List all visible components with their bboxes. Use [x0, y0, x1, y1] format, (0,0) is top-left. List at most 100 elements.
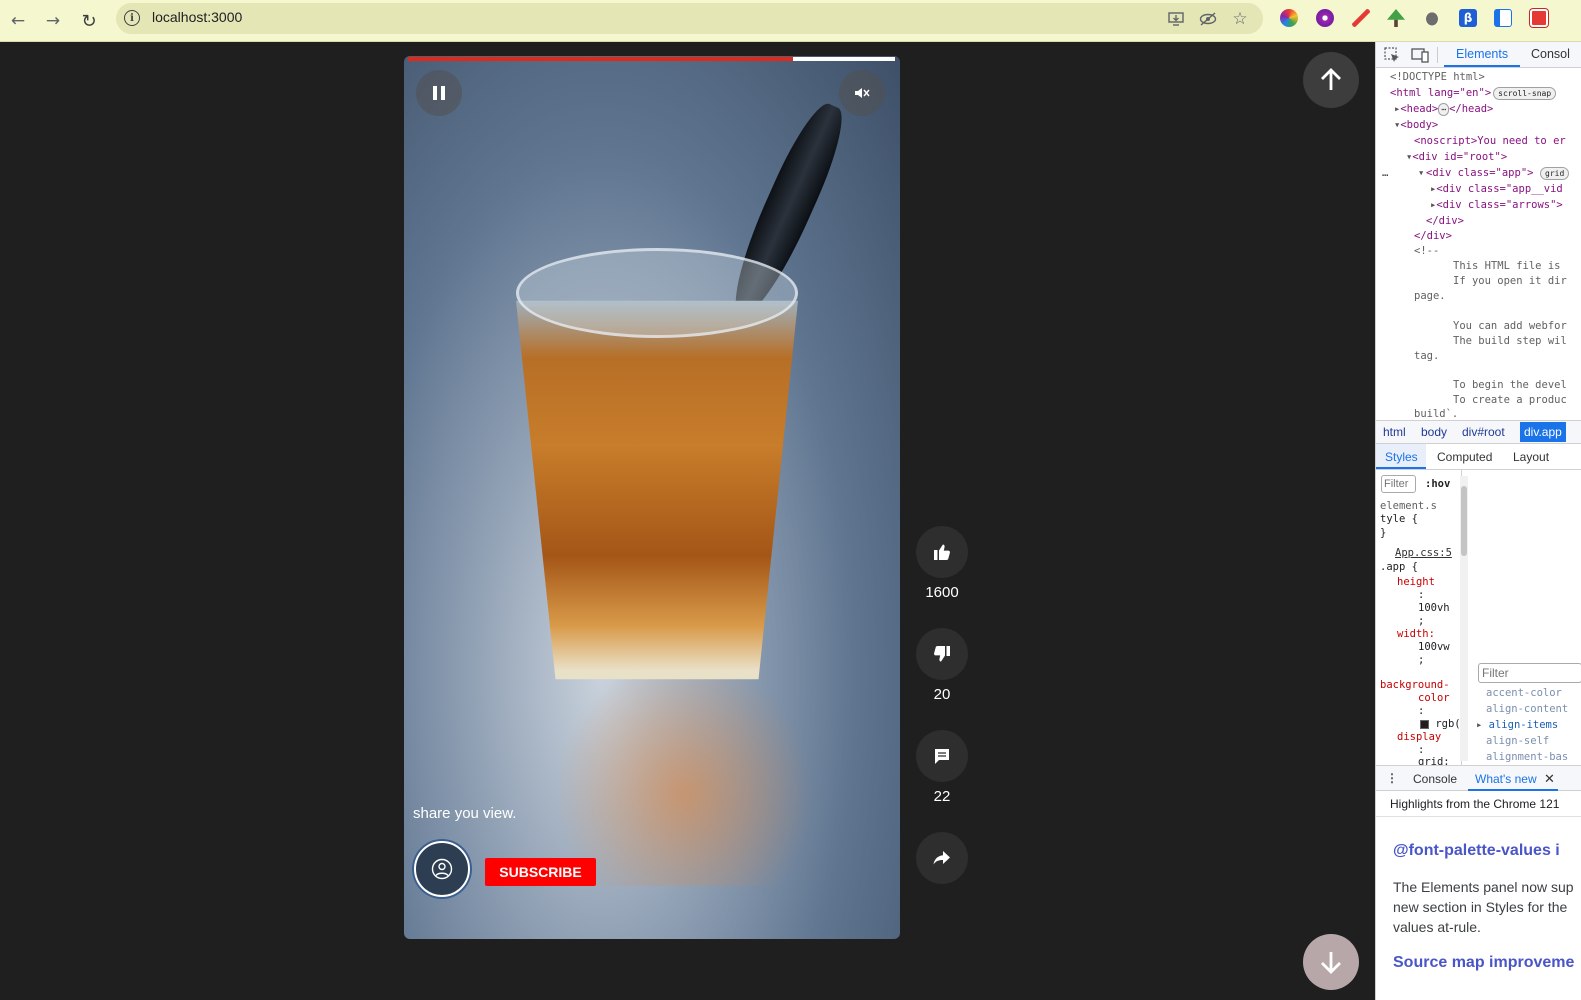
css-prop-bg[interactable]: background-	[1380, 679, 1450, 691]
computed-prop[interactable]: align-content	[1486, 703, 1568, 715]
flower-extension-icon[interactable]	[1316, 9, 1334, 27]
dom-tag: <body>	[1400, 119, 1439, 131]
video-progress-bar[interactable]	[408, 57, 895, 61]
scroll-up-button[interactable]	[1303, 52, 1359, 108]
styles-subtabs: Styles Computed Layout	[1376, 444, 1581, 470]
bookmark-star-icon[interactable]: ☆	[1231, 9, 1249, 29]
css-val-width[interactable]: 100vw	[1418, 641, 1450, 653]
like-button[interactable]	[916, 526, 968, 578]
share-button[interactable]	[916, 832, 968, 884]
breadcrumb-body[interactable]: body	[1421, 425, 1447, 439]
dom-line[interactable]: ▾<div id="root">	[1406, 151, 1507, 163]
dom-comment[interactable]: <!--	[1414, 245, 1439, 257]
dom-line[interactable]: <noscript>You need to er	[1414, 135, 1566, 147]
tab-elements[interactable]: Elements	[1456, 47, 1508, 61]
channel-avatar[interactable]	[414, 841, 470, 897]
computed-prop[interactable]: ▸ align-items	[1476, 719, 1558, 731]
dom-line[interactable]: ▾<body>	[1394, 119, 1438, 131]
dom-line[interactable]: <!DOCTYPE html>	[1390, 71, 1485, 83]
b-extension-icon[interactable]: β	[1459, 9, 1477, 27]
back-icon[interactable]: ←	[5, 8, 31, 34]
tab-computed[interactable]: Computed	[1437, 450, 1492, 464]
dom-line[interactable]: ▸<div class="arrows">	[1430, 199, 1563, 211]
drawer-menu-icon[interactable]: ⋮	[1386, 771, 1398, 785]
styles-scrollbar[interactable]	[1460, 476, 1468, 761]
active-tab-indicator	[1444, 65, 1520, 67]
whats-new-heading-1[interactable]: @font-palette-values i	[1393, 842, 1560, 860]
share-arrow-icon	[933, 851, 950, 865]
grid-badge[interactable]: grid	[1540, 167, 1570, 180]
bug-extension-icon[interactable]	[1423, 9, 1441, 27]
element-style-selector-2: tyle {	[1380, 513, 1418, 525]
tree-extension-icon[interactable]	[1387, 9, 1405, 27]
computed-prop[interactable]: align-self	[1486, 735, 1549, 747]
dom-comment: tag.	[1414, 350, 1440, 362]
color-picker-extension-icon[interactable]	[1280, 9, 1298, 27]
device-toolbar-icon[interactable]	[1411, 47, 1429, 66]
dom-line[interactable]: </div>	[1426, 215, 1464, 227]
whats-new-heading-2[interactable]: Source map improveme	[1393, 954, 1574, 972]
computed-filter-input[interactable]	[1478, 663, 1581, 683]
breadcrumb-root[interactable]: div#root	[1462, 425, 1505, 439]
scrollbar-thumb[interactable]	[1461, 486, 1467, 556]
css-colon: :	[1418, 705, 1425, 717]
comment-button[interactable]	[916, 730, 968, 782]
red-extension-icon[interactable]	[1530, 9, 1548, 27]
ellipsis-badge[interactable]: ⋯	[1438, 103, 1450, 116]
side-panel-extension-icon[interactable]	[1494, 9, 1512, 27]
dom-comment: The build step wil	[1453, 335, 1567, 347]
computed-prop[interactable]: accent-color	[1486, 687, 1562, 699]
arrow-down-icon	[1321, 952, 1341, 974]
more-options-icon[interactable]: …	[1382, 167, 1388, 179]
css-selector: .app {	[1380, 561, 1418, 573]
dom-tag: </head>	[1449, 103, 1494, 115]
tab-layout[interactable]: Layout	[1513, 450, 1549, 464]
pause-button[interactable]	[416, 70, 462, 116]
dom-line[interactable]: <html lang="en"> scroll-snap	[1390, 87, 1557, 100]
reload-icon[interactable]: ↻	[76, 8, 102, 34]
scroll-snap-badge[interactable]: scroll-snap	[1493, 87, 1557, 100]
dom-tag: <div class="arrows">	[1436, 199, 1563, 211]
styles-filter-input[interactable]	[1381, 475, 1416, 493]
hov-toggle[interactable]: :hov	[1425, 478, 1450, 490]
element-style-selector: element.s	[1380, 500, 1437, 512]
like-count: 1600	[925, 584, 959, 601]
subscribe-button[interactable]: SUBSCRIBE	[485, 858, 596, 886]
computed-prop[interactable]: alignment-bas	[1486, 751, 1568, 763]
css-prop-display[interactable]: display	[1397, 731, 1441, 743]
scroll-down-button[interactable]	[1303, 934, 1359, 990]
forward-icon[interactable]: →	[40, 8, 66, 34]
dom-line[interactable]: ▸<div class="app__vid	[1430, 183, 1563, 195]
breadcrumb-html[interactable]: html	[1383, 425, 1406, 439]
dom-tag: <html lang="en">	[1390, 87, 1492, 99]
color-swatch[interactable]	[1420, 719, 1429, 729]
css-prop-width[interactable]: width:	[1397, 628, 1435, 640]
address-bar[interactable]: i localhost:3000 ☆	[116, 3, 1263, 34]
dislike-button[interactable]	[916, 628, 968, 680]
expand-triangle-icon[interactable]: ▸	[1476, 719, 1482, 731]
close-brace: }	[1380, 527, 1387, 539]
inspect-element-icon[interactable]	[1384, 47, 1400, 66]
css-val-bg[interactable]: rgb(	[1420, 718, 1461, 730]
stylesheet-link[interactable]: App.css:5	[1395, 547, 1452, 559]
collapse-triangle-icon[interactable]: ▾	[1418, 167, 1424, 179]
breadcrumb-app[interactable]: div.app	[1520, 422, 1566, 442]
tab-whats-new[interactable]: What's new	[1475, 772, 1537, 786]
pen-extension-icon[interactable]	[1352, 9, 1370, 27]
dom-line[interactable]: ▸<head> ⋯ </head>	[1394, 103, 1493, 116]
video-player[interactable]: share you view. SUBSCRIBE	[404, 56, 900, 939]
account-circle-icon	[431, 858, 453, 880]
tab-styles[interactable]: Styles	[1385, 450, 1418, 464]
install-app-icon[interactable]	[1167, 10, 1185, 28]
whats-new-body-line: new section in Styles for the	[1393, 899, 1568, 915]
computed-prop-label: align-items	[1488, 719, 1559, 731]
eye-off-icon[interactable]	[1199, 10, 1217, 28]
tab-drawer-console[interactable]: Console	[1413, 772, 1457, 786]
mute-button[interactable]	[839, 70, 885, 116]
css-prop-height[interactable]: height	[1397, 576, 1435, 588]
css-val-height[interactable]: 100vh	[1418, 602, 1450, 614]
close-tab-icon[interactable]: ✕	[1544, 771, 1555, 787]
dom-line[interactable]: </div>	[1414, 230, 1452, 242]
site-info-icon[interactable]: i	[124, 10, 140, 26]
tab-console[interactable]: Consol	[1531, 47, 1570, 61]
